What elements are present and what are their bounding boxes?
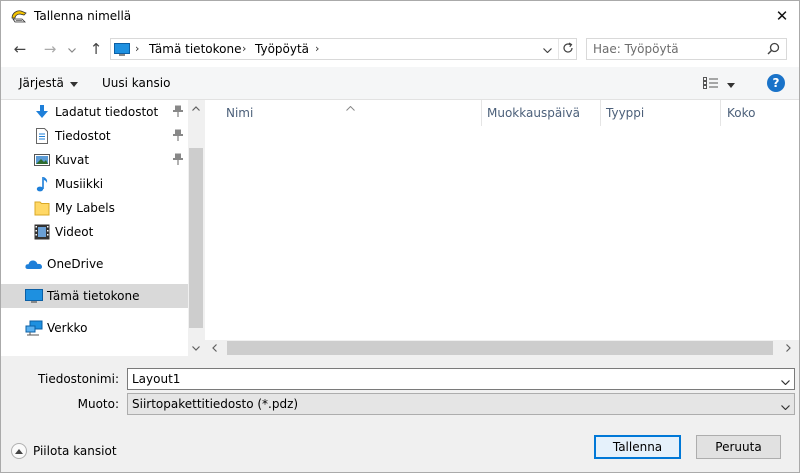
- help-button[interactable]: ?: [767, 74, 785, 92]
- scrollbar-thumb[interactable]: [189, 148, 203, 328]
- filename-label: Tiedostonimi:: [38, 372, 119, 386]
- breadcrumb-separator-icon: ›: [135, 42, 140, 55]
- scroll-right-icon[interactable]: [783, 343, 793, 353]
- navigation-bar: ← → ↑ › Tämä tietokone › Työpöytä ›: [1, 31, 799, 67]
- sidebar-item-my-labels[interactable]: My Labels: [1, 196, 188, 220]
- folder-icon: [34, 200, 50, 216]
- breadcrumb-separator-icon: ›: [315, 42, 320, 55]
- address-bar[interactable]: › Tämä tietokone › Työpöytä ›: [110, 38, 577, 60]
- filetype-label: Muoto:: [77, 397, 119, 411]
- music-icon: [34, 176, 50, 192]
- up-arrow-icon: ↑: [89, 40, 103, 58]
- navigation-pane-scrollbar[interactable]: [188, 100, 204, 356]
- computer-icon: [25, 288, 43, 304]
- save-button[interactable]: Tallenna: [594, 435, 681, 459]
- videos-icon: [34, 224, 50, 240]
- dropdown-arrow-icon: [69, 76, 78, 90]
- sidebar-item-label: Videot: [55, 225, 94, 239]
- forward-button[interactable]: →: [40, 39, 60, 59]
- organize-button[interactable]: Järjestä: [19, 76, 78, 90]
- sidebar-item-label: Tiedostot: [55, 129, 111, 143]
- scroll-up-icon[interactable]: [191, 103, 201, 113]
- computer-icon: [114, 43, 130, 59]
- title-bar: Tallenna nimellä ✕: [1, 1, 799, 31]
- navigation-pane: Ladatut tiedostot Tiedostot Kuvat Musiik…: [1, 100, 204, 356]
- refresh-icon: [562, 41, 574, 57]
- sidebar-item-network[interactable]: Verkko: [1, 316, 188, 340]
- documents-icon: [34, 128, 50, 144]
- sidebar-item-label: Ladatut tiedostot: [55, 105, 159, 119]
- column-divider[interactable]: [481, 100, 482, 126]
- address-history-button[interactable]: [537, 39, 557, 59]
- up-button[interactable]: ↑: [86, 39, 106, 59]
- column-header-type[interactable]: Tyyppi: [606, 106, 644, 120]
- close-icon: ✕: [775, 7, 789, 25]
- pictures-icon: [34, 152, 50, 168]
- back-button[interactable]: ←: [10, 39, 30, 59]
- column-divider[interactable]: [720, 100, 721, 126]
- forward-arrow-icon: →: [43, 40, 57, 58]
- hide-folders-button[interactable]: Piilota kansiot: [11, 441, 117, 461]
- sidebar-item-pictures[interactable]: Kuvat: [1, 148, 188, 172]
- search-input[interactable]: [593, 40, 763, 58]
- breadcrumb-this-pc[interactable]: Tämä tietokone: [149, 42, 241, 56]
- column-divider[interactable]: [600, 100, 601, 126]
- chevron-down-icon: [542, 42, 552, 56]
- refresh-button[interactable]: [558, 39, 577, 59]
- pin-icon[interactable]: [173, 153, 183, 168]
- sidebar-item-label: Kuvat: [55, 153, 90, 167]
- sidebar-item-onedrive[interactable]: OneDrive: [1, 252, 188, 276]
- cancel-button[interactable]: Peruuta: [696, 435, 781, 459]
- sort-ascending-icon: [346, 100, 355, 114]
- chevron-up-icon: [11, 443, 27, 459]
- file-list-horizontal-scrollbar[interactable]: [205, 340, 799, 356]
- breadcrumb-desktop[interactable]: Työpöytä: [255, 42, 309, 56]
- filetype-select[interactable]: Siirtopakettitiedosto (*.pdz): [127, 393, 795, 415]
- filename-input[interactable]: [132, 370, 772, 388]
- back-arrow-icon: ←: [13, 40, 27, 58]
- breadcrumb-separator-icon: ›: [242, 42, 247, 55]
- scrollbar-thumb[interactable]: [227, 341, 773, 355]
- app-icon: [10, 7, 28, 25]
- search-icon[interactable]: [767, 42, 780, 58]
- file-list[interactable]: Nimi Muokkauspäivä Tyyppi Koko: [205, 100, 799, 356]
- hide-folders-label: Piilota kansiot: [33, 444, 117, 458]
- chevron-down-icon: [68, 42, 76, 56]
- view-options-arrow-icon: [727, 77, 735, 91]
- recent-locations-button[interactable]: [65, 39, 79, 59]
- sidebar-item-label: Musiikki: [55, 177, 104, 191]
- search-box[interactable]: [586, 38, 787, 60]
- save-as-dialog: Tallenna nimellä ✕ ← → ↑ › Tämä tietokon…: [0, 0, 800, 473]
- pin-icon[interactable]: [173, 105, 183, 120]
- column-header-name[interactable]: Nimi: [226, 106, 253, 120]
- window-title: Tallenna nimellä: [34, 9, 132, 23]
- chevron-down-icon: [781, 399, 790, 413]
- column-header-size[interactable]: Koko: [727, 106, 755, 120]
- pin-icon[interactable]: [173, 129, 183, 144]
- filename-field[interactable]: [127, 368, 795, 390]
- sidebar-item-music[interactable]: Musiikki: [1, 172, 188, 196]
- details-view-icon: [703, 76, 719, 92]
- sidebar-item-label: My Labels: [55, 201, 115, 215]
- network-icon: [25, 320, 43, 336]
- scroll-down-icon[interactable]: [191, 343, 201, 353]
- column-header-date-modified[interactable]: Muokkauspäivä: [487, 106, 580, 120]
- sidebar-item-videos[interactable]: Videot: [1, 220, 188, 244]
- sidebar-item-label: Tämä tietokone: [47, 289, 140, 303]
- close-button[interactable]: ✕: [765, 3, 799, 29]
- organize-label: Järjestä: [19, 76, 64, 90]
- sidebar-item-documents[interactable]: Tiedostot: [1, 124, 188, 148]
- sidebar-item-label: Verkko: [47, 321, 88, 335]
- new-folder-button[interactable]: Uusi kansio: [102, 76, 170, 90]
- filetype-value: Siirtopakettitiedosto (*.pdz): [132, 397, 299, 411]
- download-icon: [34, 104, 50, 120]
- sidebar-item-downloads[interactable]: Ladatut tiedostot: [1, 100, 188, 124]
- sidebar-item-label: OneDrive: [47, 257, 104, 271]
- sidebar-item-this-pc[interactable]: Tämä tietokone: [1, 284, 188, 308]
- chevron-down-icon[interactable]: [781, 374, 790, 388]
- change-view-button[interactable]: [703, 75, 743, 93]
- scroll-left-icon[interactable]: [209, 343, 219, 353]
- command-bar: Järjestä Uusi kansio ?: [1, 67, 799, 100]
- onedrive-icon: [25, 256, 43, 272]
